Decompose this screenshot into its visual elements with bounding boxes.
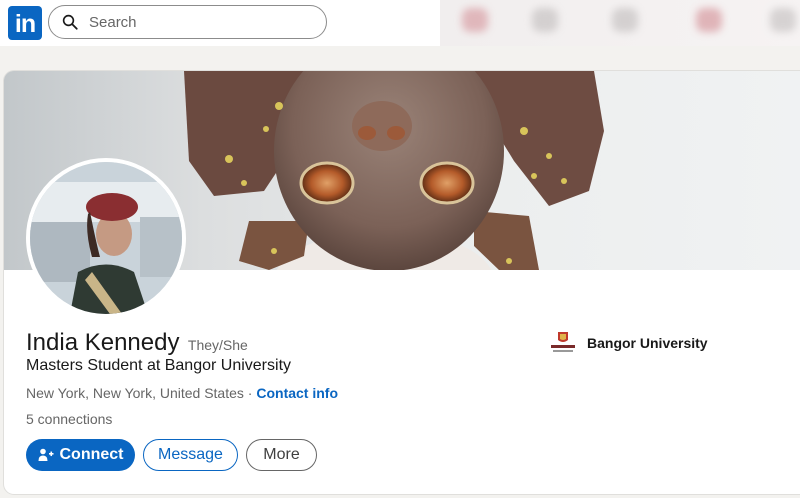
nav-icons-blurred: [440, 0, 800, 46]
bangor-crest-icon: [551, 332, 575, 352]
profile-avatar[interactable]: [26, 158, 186, 318]
profile-actions: Connect Message More: [26, 439, 325, 471]
connections-number: 5: [26, 411, 34, 427]
connections-label: connections: [33, 411, 113, 427]
search-input[interactable]: Search: [48, 5, 327, 39]
location-row: New York, New York, United States · Cont…: [26, 385, 338, 401]
add-person-icon: [38, 448, 53, 461]
search-icon: [62, 14, 78, 30]
name-row: India Kennedy They/She: [26, 329, 248, 357]
contact-info-link[interactable]: Contact info: [256, 385, 338, 401]
profile-card: India Kennedy They/She Masters Student a…: [4, 71, 800, 494]
connections-count[interactable]: 5 connections: [26, 411, 112, 427]
top-nav: in Search: [0, 0, 800, 46]
education-item[interactable]: Bangor University: [549, 331, 708, 355]
profile-name: India Kennedy: [26, 329, 180, 356]
profile-pronouns: They/She: [187, 337, 248, 353]
avatar-photo: [30, 162, 182, 314]
connect-button[interactable]: Connect: [26, 439, 135, 471]
more-button[interactable]: More: [246, 439, 317, 471]
search-placeholder: Search: [89, 14, 137, 31]
linkedin-logo[interactable]: in: [8, 6, 42, 40]
profile-headline: Masters Student at Bangor University: [26, 357, 292, 374]
message-button[interactable]: Message: [143, 439, 238, 471]
profile-location: New York, New York, United States: [26, 385, 244, 401]
location-separator: ·: [243, 385, 257, 401]
more-label: More: [263, 446, 300, 463]
education-school: Bangor University: [587, 335, 708, 351]
connect-label: Connect: [59, 446, 124, 463]
message-label: Message: [158, 446, 223, 463]
